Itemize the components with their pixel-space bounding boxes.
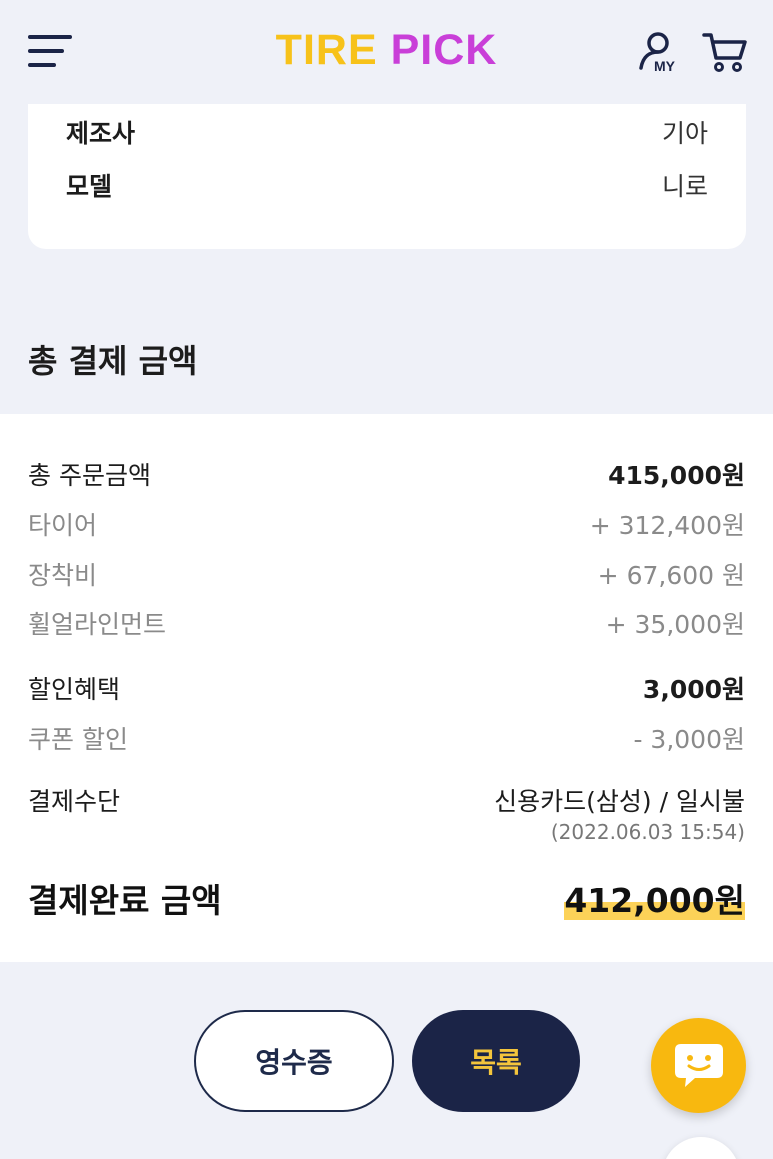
order-total-label: 총 주문금액	[28, 461, 151, 490]
tire-value: + 312,400원	[589, 511, 745, 540]
final-amount-label: 결제완료 금액	[28, 881, 222, 920]
logo-text-pick: PICK	[390, 26, 498, 74]
my-page-icon[interactable]: MY	[636, 30, 684, 74]
scroll-top-button[interactable]	[662, 1137, 740, 1159]
receipt-button[interactable]: 영수증	[194, 1010, 394, 1112]
payment-datetime: (2022.06.03 15:54)	[550, 820, 745, 844]
section-title: 총 결제 금액	[28, 342, 198, 380]
chat-smile-icon	[675, 1044, 723, 1087]
list-button[interactable]: 목록	[412, 1010, 580, 1112]
vehicle-info-card: 제조사 기아 모델 니로	[28, 104, 746, 249]
final-amount-row: 결제완료 금액 412,000원	[28, 874, 745, 924]
model-row: 모델 니로	[66, 167, 708, 207]
payment-method-value: 신용카드(삼성) / 일시불	[494, 787, 745, 816]
app-header: TIRE PICK MY	[0, 0, 773, 104]
installation-fee-label: 장착비	[28, 561, 98, 590]
payment-summary-panel: 총 주문금액 415,000원 타이어 + 312,400원 장착비 + 67,…	[0, 414, 773, 962]
coupon-discount-value: - 3,000원	[633, 725, 745, 754]
tire-label: 타이어	[28, 511, 98, 540]
manufacturer-value: 기아	[661, 119, 708, 148]
discount-value: 3,000원	[642, 675, 745, 704]
discount-label: 할인혜택	[28, 675, 121, 704]
cart-icon[interactable]	[702, 30, 748, 74]
final-amount-value: 412,000원	[564, 874, 745, 922]
coupon-discount-label: 쿠폰 할인	[28, 725, 128, 754]
model-label: 모델	[66, 172, 113, 201]
installation-fee-value: + 67,600 원	[597, 561, 745, 590]
chat-button[interactable]	[651, 1018, 746, 1113]
model-value: 니로	[661, 172, 708, 201]
order-total-value: 415,000원	[608, 461, 745, 490]
logo-text-tire: TIRE	[275, 26, 378, 74]
payment-method-label: 결제수단	[28, 787, 121, 816]
my-label: MY	[654, 58, 676, 74]
manufacturer-row: 제조사 기아	[66, 114, 708, 154]
wheel-alignment-value: + 35,000원	[605, 610, 745, 639]
manufacturer-label: 제조사	[66, 119, 136, 148]
wheel-alignment-label: 휠얼라인먼트	[28, 610, 167, 639]
